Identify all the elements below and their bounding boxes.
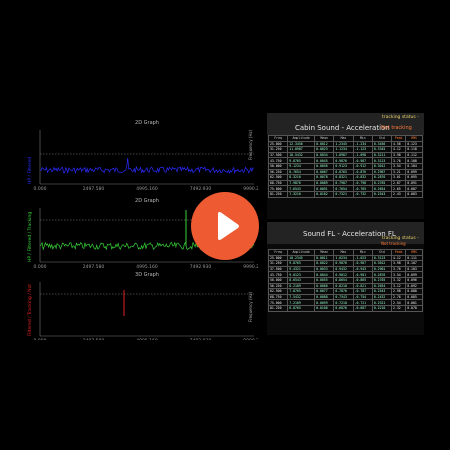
x-tick-label: 0.000 — [34, 186, 47, 192]
table-row: 31.250 11.0987 0.0023 1.1234 -1.123 0.3345 4.1… — [267, 146, 423, 153]
table-row: 56.250 8.7654 0.0067 0.8765 -0.876 0.2987 3.21… — [267, 168, 423, 176]
panel-cabin-sound: Cabin Sound - Acceleration tracking stat… — [267, 113, 424, 219]
table-row: 50.000 9.1234 0.0056 0.9123 -0.912 0.3012 3.54… — [267, 163, 423, 170]
table-cell: 7.3210 — [287, 190, 316, 198]
x-tick-label: 4995.160 — [136, 264, 158, 270]
table-row: 25.000 12.3456 0.0012 1.2345 -1.234 0.3456 4.5… — [267, 140, 423, 148]
table-cell: 0.2543 — [371, 190, 393, 198]
data-trace — [39, 157, 255, 175]
x-tick-label: 9990.294 — [243, 264, 258, 270]
play-icon — [218, 212, 239, 240]
x-tick-label: 2497.580 — [83, 264, 105, 270]
panel-side-label: Frequency (Hz) — [248, 291, 253, 322]
tracking-status-label: tracking status - — [382, 115, 419, 120]
x-tick-label: 9990.294 — [243, 338, 258, 340]
table-row: 75.000 7.6543 0.0091 0.7654 -0.765 0.2654 2.65… — [267, 185, 423, 192]
table-row: 37.500 9.4321 0.0033 0.9432 -0.943 0.2901 3.76… — [267, 265, 423, 273]
tracking-status-value: Not tracking — [381, 125, 412, 131]
x-tick-label: 7492.930 — [190, 264, 212, 270]
table-cell: 81.250 — [267, 190, 289, 198]
table-row: 31.250 9.8765 0.0022 0.9876 -0.987 0.3012 3.98… — [267, 260, 423, 267]
table-row: 37.500 10.5432 0.0034 1.0987 -1.098 0.3211 3.9… — [267, 151, 423, 159]
table-row: 68.750 7.5432 0.0088 0.7543 -0.754 0.2432 2.76… — [267, 293, 423, 301]
table-cell: 81.250 — [267, 304, 289, 312]
table-cell: 0.2210 — [371, 304, 393, 312]
table-row: 75.000 7.2109 0.0099 0.7210 -0.721 0.2321 2.54… — [267, 299, 423, 306]
y-axis-label: HP / Filtered — [27, 157, 33, 184]
table-row: 56.250 8.2109 0.0066 0.8210 -0.821 0.2654 3.12… — [267, 282, 423, 290]
x-tick-label: 7492.930 — [190, 338, 212, 340]
y-axis-label: Filtered / Tracking / Not — [27, 284, 33, 336]
graph-title: 2D Graph — [135, 120, 159, 126]
x-tick-label: 0.000 — [34, 338, 47, 340]
table-row: 43.750 9.0123 0.0044 0.9012 -0.901 0.2876 3.54… — [267, 271, 423, 278]
table-row: 81.250 7.3210 0.0102 0.7321 -0.732 0.2543 2.43… — [267, 190, 423, 198]
graph-title: 2D Graph — [135, 198, 159, 204]
data-table: Freq Amplitude Mean Max Min Std Peak RMS 25.000 1… — [267, 249, 423, 312]
table-cell: 2.32 — [391, 304, 407, 312]
table-cell: 6.8765 — [287, 304, 316, 312]
table-cell: 0.0102 — [314, 190, 335, 198]
table-row: 50.000 8.6543 0.0055 0.8654 -0.865 0.2765 3.32… — [267, 277, 423, 284]
play-button[interactable] — [191, 192, 259, 260]
x-tick-label: 4995.160 — [136, 186, 158, 192]
y-axis-label: HP / Filtered / Tracking — [27, 212, 33, 262]
x-tick-label: 2497.580 — [83, 186, 105, 192]
table-row: 68.750 7.9876 0.0089 0.7987 -0.798 0.2765 2.87… — [267, 179, 423, 187]
table-row: 43.750 9.8765 0.0045 0.9876 -0.987 0.3123 3.76… — [267, 157, 423, 164]
table-cell: 0.078 — [405, 304, 423, 312]
table-cell: -0.687 — [352, 304, 373, 312]
table-cell: 2.43 — [391, 190, 407, 198]
table-row: 62.500 8.3210 0.0078 0.8321 -0.832 0.2876 3.01… — [267, 174, 423, 181]
table-cell: -0.732 — [352, 190, 373, 198]
panel-title: Cabin Sound - Acceleration — [295, 124, 390, 132]
table-cell: 0.083 — [405, 190, 423, 198]
panel-sound-fl: Sound FL - Acceleration FL tracking stat… — [267, 222, 424, 335]
table-cell: 0.7321 — [333, 190, 354, 198]
panel-side-label: Frequency (Hz) — [248, 129, 253, 160]
table-row: 25.000 10.2345 0.0011 1.0234 -1.023 0.3123 4.1… — [267, 254, 423, 262]
graph-title: 3D Graph — [135, 272, 159, 278]
table-cell: 0.6876 — [333, 304, 354, 312]
table-cell: 0.0100 — [314, 304, 335, 312]
x-tick-label: 0.000 — [34, 264, 47, 270]
table-row: 62.500 7.8765 0.0077 0.7876 -0.787 0.2543 2.98… — [267, 288, 423, 295]
x-tick-label: 4995.160 — [136, 338, 158, 340]
x-tick-label: 2497.580 — [83, 338, 105, 340]
table-row: 81.250 6.8765 0.0100 0.6876 -0.687 0.2210 2.32… — [267, 304, 423, 312]
data-table: Freq Amplitude Mean Max Min Std Peak RMS 25.000 1… — [267, 135, 423, 198]
tracking-status-value: Not tracking — [381, 241, 406, 246]
